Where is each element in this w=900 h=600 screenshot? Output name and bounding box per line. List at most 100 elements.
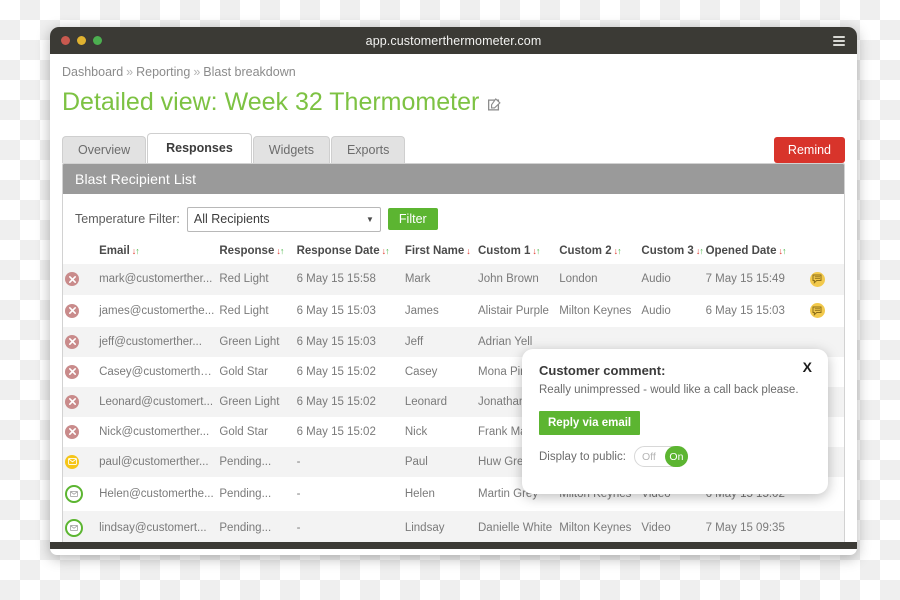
- row-response: Green Light: [217, 386, 295, 417]
- sort-arrows-icon[interactable]: ↓↑: [276, 246, 284, 256]
- temperature-filter-label: Temperature Filter:: [75, 212, 180, 226]
- browser-titlebar: app.customerthermometer.com: [50, 27, 857, 54]
- row-response: Pending...: [217, 510, 295, 545]
- row-response-date: -: [296, 487, 301, 500]
- temperature-filter-select[interactable]: All Recipients ▼: [186, 206, 381, 232]
- bounced-icon[interactable]: [65, 272, 79, 287]
- col-response[interactable]: Response ↓↑: [217, 241, 294, 264]
- col-email[interactable]: Email ↓↑: [97, 241, 217, 264]
- row-custom-3: Audio: [639, 263, 704, 295]
- row-status-cell: [63, 510, 98, 545]
- table-row[interactable]: mark@customerther... Red Light 6 May 15 15…: [63, 263, 844, 295]
- sort-arrows-icon[interactable]: ↓↑: [779, 246, 787, 256]
- col-comment: [808, 241, 844, 264]
- row-custom-2: London: [557, 263, 640, 295]
- bounced-icon[interactable]: [65, 364, 79, 379]
- col-custom-3[interactable]: Custom 3 ↓↑: [639, 241, 703, 264]
- col-response-date[interactable]: Response Date ↓↑: [295, 241, 403, 264]
- minimize-window-button[interactable]: [77, 36, 86, 45]
- row-response-date: 6 May 15 15:02: [296, 425, 376, 438]
- col-custom-1[interactable]: Custom 1 ↓↑: [476, 241, 557, 264]
- col-custom-2[interactable]: Custom 2 ↓↑: [557, 241, 639, 264]
- row-response: Pending...: [217, 446, 295, 477]
- row-email: paul@customerther...: [97, 446, 218, 477]
- row-first-name: Helen: [404, 487, 435, 500]
- bounced-icon[interactable]: [65, 424, 79, 439]
- row-first-name: Mark: [402, 263, 476, 295]
- row-response: Red Light: [217, 263, 295, 295]
- tab-widgets[interactable]: Widgets: [252, 135, 330, 163]
- tab-exports[interactable]: Exports: [330, 135, 406, 163]
- sort-arrows-icon[interactable]: ↓↑: [132, 246, 140, 256]
- comment-bubble-icon[interactable]: [809, 271, 825, 287]
- filter-button[interactable]: Filter: [387, 208, 438, 230]
- bounced-icon[interactable]: [65, 303, 79, 318]
- table-row[interactable]: lindsay@customert... Pending... - Lindsay Da…: [63, 510, 844, 545]
- close-window-button[interactable]: [61, 36, 70, 45]
- row-email: james@customerthe...: [99, 304, 215, 317]
- toggle-off-label: Off: [641, 450, 656, 463]
- row-status-cell: [63, 446, 98, 477]
- row-response: Green Light: [217, 326, 295, 357]
- row-custom-1: Alistair Purple: [478, 304, 549, 317]
- row-status-cell: [63, 386, 98, 417]
- row-response-date: 6 May 15 15:03: [296, 304, 376, 317]
- tab-responses[interactable]: Responses: [147, 132, 252, 163]
- sort-arrows-icon[interactable]: ↓↑: [614, 246, 622, 256]
- row-status-cell: [63, 357, 97, 387]
- bounced-icon[interactable]: [65, 334, 79, 349]
- row-comment-cell: [807, 510, 844, 545]
- page-title-row: Detailed view: Week 32 Thermometer: [50, 79, 857, 117]
- edit-square-icon[interactable]: [488, 98, 502, 111]
- breadcrumb-item-blast-breakdown[interactable]: Blast breakdown: [203, 65, 295, 79]
- col-first-name[interactable]: First Name ↓: [403, 241, 476, 264]
- temperature-filter-value: All Recipients: [193, 212, 270, 226]
- chevron-down-icon: ▼: [365, 214, 374, 224]
- row-comment-cell: [808, 295, 844, 327]
- browser-window: app.customerthermometer.com Dashboard» Re…: [50, 27, 857, 555]
- sort-arrows-icon[interactable]: ↓↑: [382, 246, 390, 256]
- remind-button[interactable]: Remind: [773, 136, 845, 163]
- row-email: mark@customerther...: [97, 263, 218, 295]
- breadcrumb: Dashboard» Reporting» Blast breakdown: [50, 54, 857, 79]
- row-response: Red Light: [219, 304, 269, 317]
- pending-green-envelope-icon[interactable]: [65, 518, 83, 537]
- hamburger-menu-icon[interactable]: [833, 36, 845, 46]
- row-first-name: Leonard: [402, 386, 476, 417]
- close-icon[interactable]: X: [803, 359, 812, 375]
- row-custom-1: John Brown: [476, 263, 558, 295]
- table-header-row: Email ↓↑ Response ↓↑ Response Date ↓↑ First…: [63, 241, 844, 264]
- pending-green-envelope-icon[interactable]: [65, 484, 83, 503]
- sort-arrows-icon[interactable]: ↓↑: [696, 246, 704, 256]
- breadcrumb-item-dashboard[interactable]: Dashboard: [62, 65, 123, 79]
- table-row[interactable]: james@customerthe... Red Light 6 May 15 15…: [63, 295, 844, 327]
- col-opened-date[interactable]: Opened Date ↓↑: [704, 241, 808, 264]
- comment-bubble-icon[interactable]: [809, 303, 825, 318]
- row-response: Pending...: [219, 487, 272, 500]
- breadcrumb-item-reporting[interactable]: Reporting: [136, 65, 190, 79]
- row-email: jeff@customerther...: [97, 326, 218, 357]
- col-opened-date-label: Opened Date: [705, 244, 777, 257]
- breadcrumb-separator: »: [126, 65, 134, 79]
- row-status-cell: [63, 263, 98, 295]
- reply-via-email-button[interactable]: Reply via email: [539, 411, 641, 435]
- table-head: Email ↓↑ Response ↓↑ Response Date ↓↑ First…: [63, 241, 844, 264]
- row-email: Casey@customerthe...: [99, 365, 217, 378]
- row-status-cell: [63, 417, 97, 447]
- row-first-name: Casey: [404, 365, 438, 378]
- row-first-name: Paul: [402, 446, 476, 477]
- sort-arrows-icon[interactable]: ↓: [466, 246, 470, 256]
- row-first-name: Jeff: [402, 326, 476, 357]
- row-custom-2: Milton Keynes: [559, 304, 632, 317]
- row-first-name: Lindsay: [402, 510, 476, 545]
- maximize-window-button[interactable]: [93, 36, 102, 45]
- tab-overview[interactable]: Overview: [62, 135, 147, 163]
- row-email: Helen@customerthe...: [99, 487, 214, 500]
- sort-arrows-icon[interactable]: ↓↑: [532, 246, 540, 256]
- row-custom-2: Milton Keynes: [557, 510, 640, 545]
- display-to-public-toggle[interactable]: Off On: [633, 446, 688, 467]
- filter-row: Temperature Filter: All Recipients ▼ Fil…: [63, 194, 844, 241]
- window-controls[interactable]: [61, 36, 102, 45]
- bounced-icon[interactable]: [65, 394, 79, 409]
- pending-yellow-envelope-icon[interactable]: [65, 454, 79, 469]
